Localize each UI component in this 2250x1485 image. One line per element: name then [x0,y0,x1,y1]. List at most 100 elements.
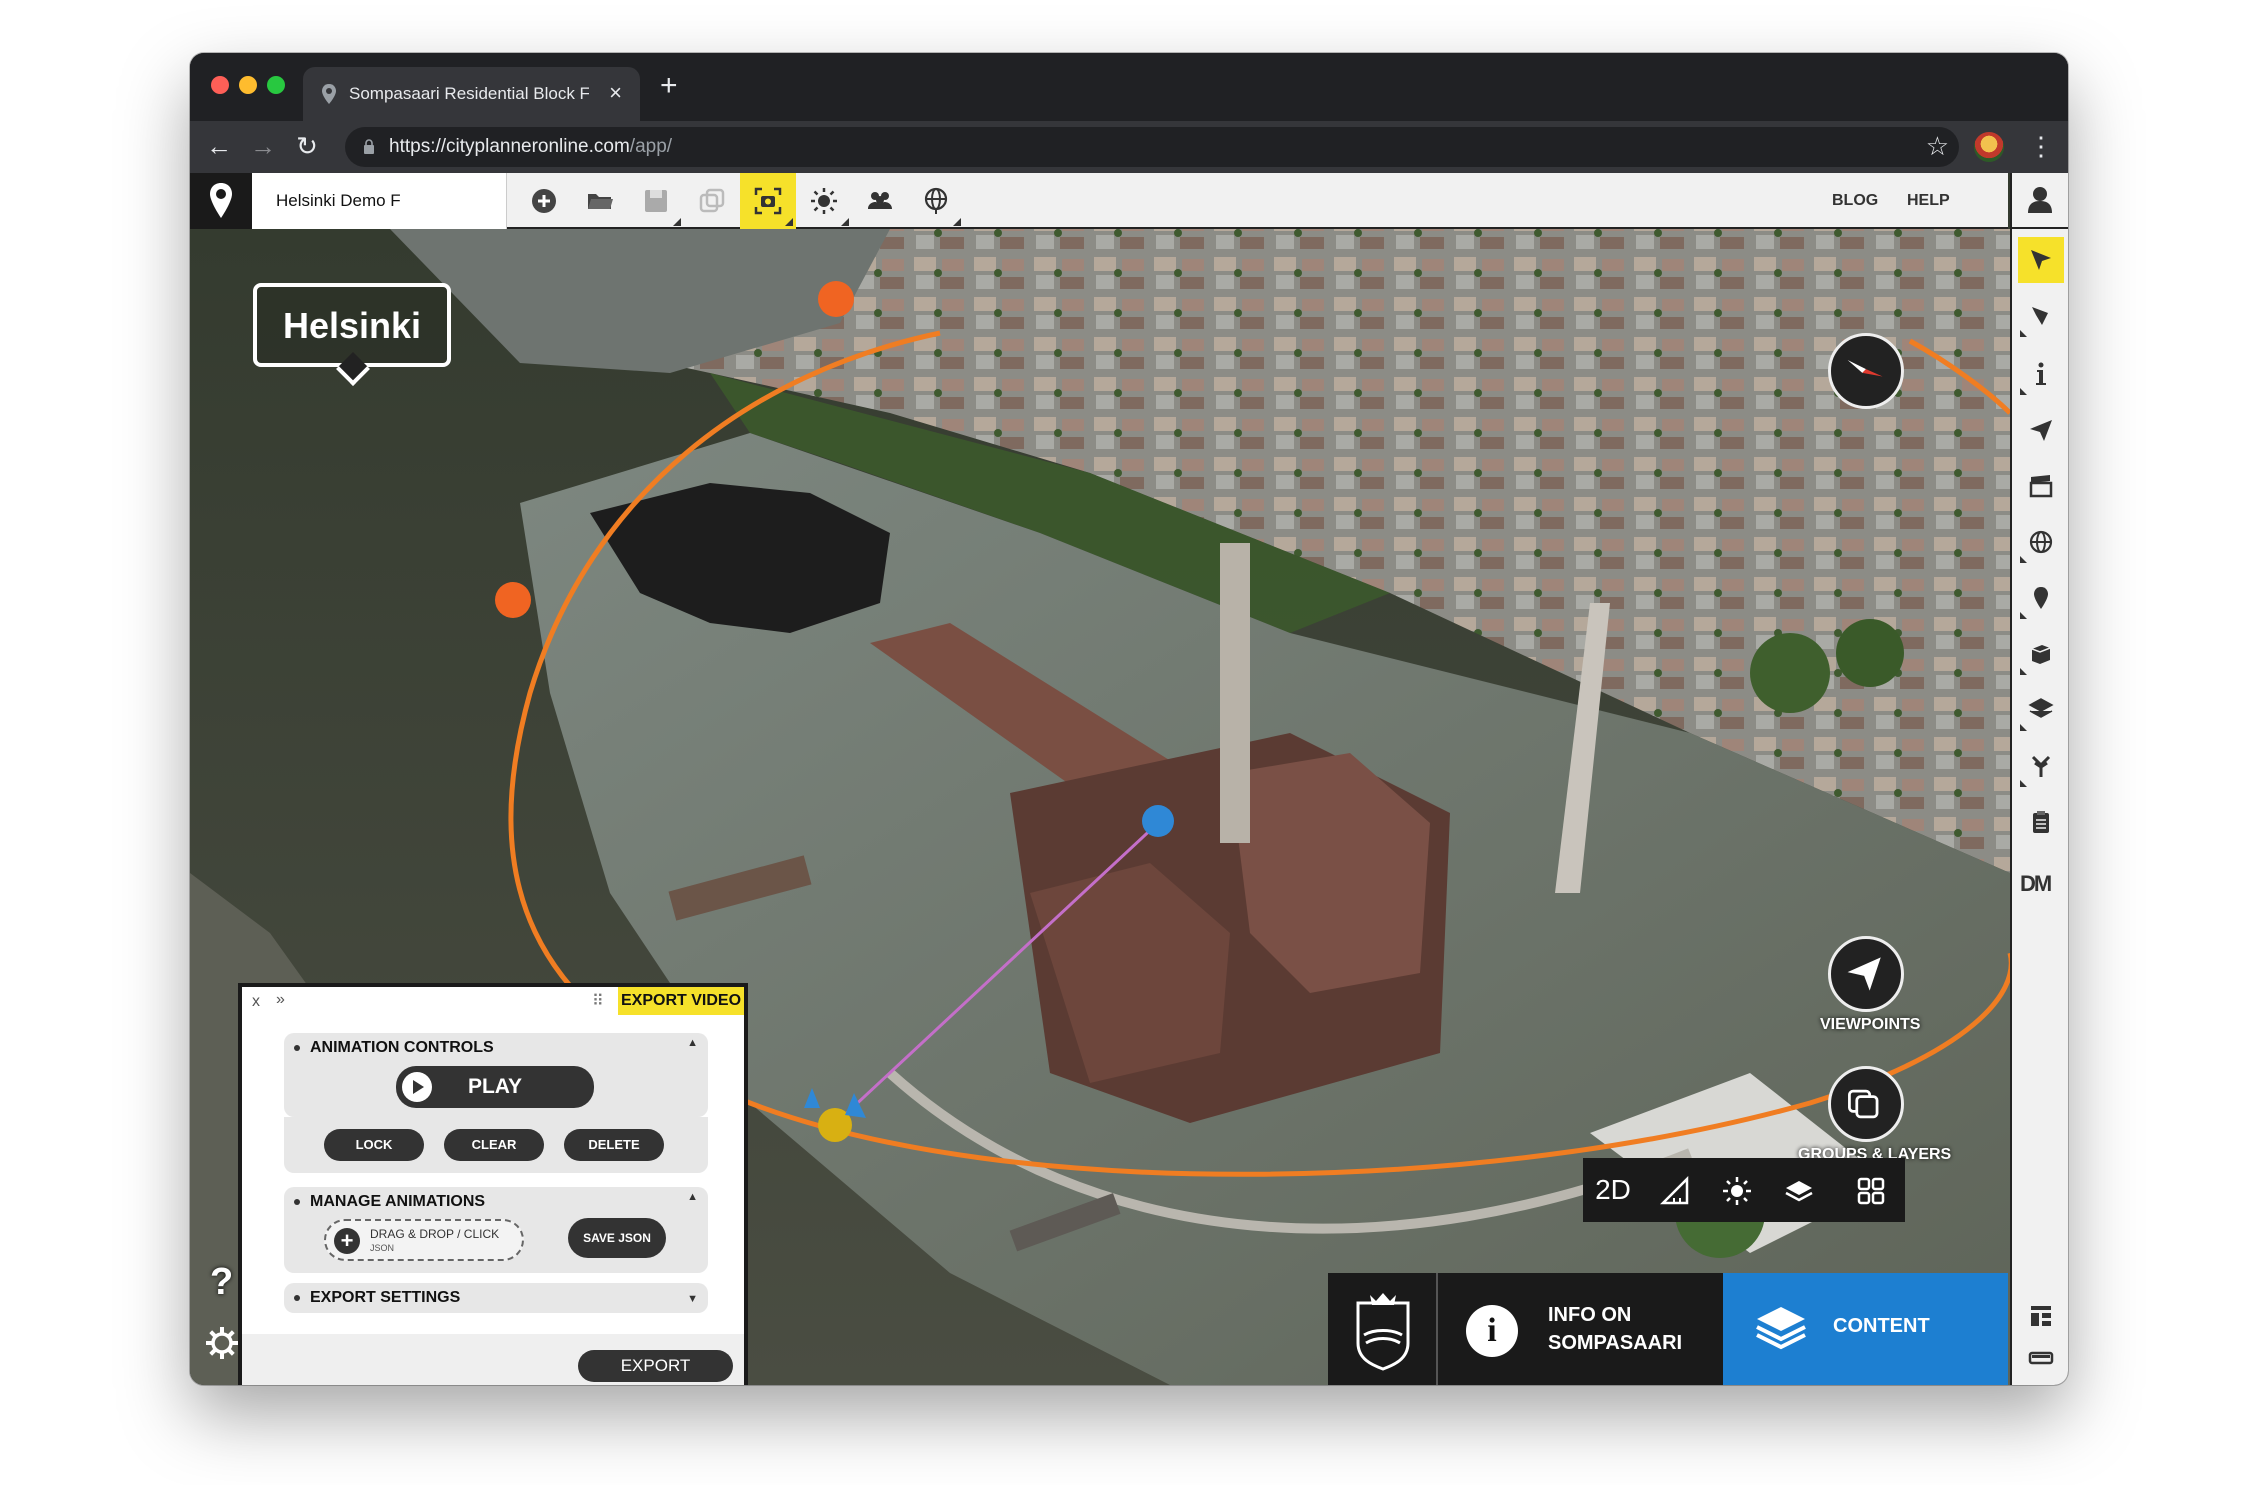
close-window-button[interactable] [211,76,229,94]
info-label-line1: INFO ON [1548,1304,1632,1326]
info-label: INFO ON SOMPASAARI [1548,1301,1708,1357]
expand-caret-icon[interactable]: ▼ [687,1293,698,1305]
tab-strip: Sompasaari Residential Block F × + [190,53,2068,121]
city-name: Helsinki [282,305,422,346]
camera-target-point[interactable] [1142,805,1174,837]
layers-copy-icon [1848,1089,1879,1119]
user-account-button[interactable] [2012,173,2068,229]
address-bar[interactable]: https://cityplanneronline.com/app/ ☆ [345,127,1959,167]
browser-menu-icon[interactable]: ⋮ [2028,131,2054,161]
tab-close-icon[interactable]: × [609,80,622,106]
layout-icon[interactable] [2018,1293,2064,1339]
viewpoints-label: VIEWPOINTS [1820,1016,1921,1033]
animation-controls-section: ANIMATION CONTROLS ▲ PLAY [284,1033,708,1117]
content-label: CONTENT [1833,1315,1930,1337]
dm-logo[interactable]: DM [2020,871,2052,897]
project-name: Helsinki Demo F [276,191,401,210]
measure-icon[interactable] [1645,1158,1705,1222]
panel-close-button[interactable]: x [252,993,260,1011]
json-drop-zone[interactable]: + DRAG & DROP / CLICK JSON [324,1219,524,1261]
info-label-line2: SOMPASAARI [1548,1332,1683,1354]
info-icon[interactable] [2018,351,2064,397]
minimize-window-button[interactable] [239,76,257,94]
app-toolbar: Helsinki Demo F BLOG HELP [190,173,2008,229]
help-link[interactable]: HELP [1907,192,1950,210]
add-icon[interactable] [516,173,572,229]
compass-icon [1847,359,1883,377]
send-icon[interactable] [2018,407,2064,453]
collapse-caret-icon[interactable]: ▲ [687,1037,698,1049]
layers-icon[interactable] [1769,1158,1829,1222]
clapper-icon[interactable] [2018,463,2064,509]
2d-toggle-button[interactable]: 2D [1583,1158,1643,1222]
play-button[interactable]: PLAY [396,1066,594,1108]
panel-title: EXPORT VIDEO [618,987,744,1015]
globe-icon[interactable] [2018,519,2064,565]
globe-icon[interactable] [908,173,964,229]
back-button[interactable]: ← [204,131,234,161]
select-arrow-icon[interactable] [2018,237,2064,283]
url-path: /app/ [629,136,673,157]
delete-button[interactable]: DELETE [564,1129,664,1161]
lock-button[interactable]: LOCK [324,1129,424,1161]
bullet [294,1295,300,1301]
save-icon[interactable] [628,173,684,229]
right-tool-rail: DM [2010,173,2068,1385]
grid-view-icon[interactable] [1841,1158,1901,1222]
export-settings-section[interactable]: EXPORT SETTINGS ▼ [284,1283,708,1313]
helsinki-crest-icon [1356,1293,1410,1371]
maximize-window-button[interactable] [267,76,285,94]
new-tab-button[interactable]: + [660,71,678,101]
cube-icon[interactable] [2018,631,2064,677]
forward-button[interactable]: → [248,131,278,161]
groups-layers-button[interactable] [1828,1066,1904,1142]
play-icon [402,1072,432,1102]
url-text: https://cityplanneronline.com/app/ [389,136,672,158]
keyframe-point[interactable] [495,582,531,618]
browser-tab[interactable]: Sompasaari Residential Block F × [303,67,640,121]
bookmark-star-icon[interactable]: ☆ [1926,131,1949,162]
user-icon [2028,187,2052,213]
sun-icon[interactable] [796,173,852,229]
panel-collapse-button[interactable]: » [276,991,285,1009]
tab-title: Sompasaari Residential Block F [349,84,589,103]
copy-icon[interactable] [684,173,740,229]
export-video-panel: x » ⠿ EXPORT VIDEO ANIMATION CONTROLS ▲ … [238,983,748,1385]
play-label: PLAY [467,1075,523,1098]
users-icon[interactable] [852,173,908,229]
section-title: ANIMATION CONTROLS [310,1039,494,1056]
drag-handle-icon[interactable]: ⠿ [592,991,604,1011]
panel-toggle-icon[interactable] [2018,1335,2064,1381]
reload-button[interactable]: ↻ [292,131,322,161]
collapse-caret-icon[interactable]: ▲ [687,1191,698,1203]
browser-toolbar: ← → ↻ https://cityplanneronline.com/app/… [190,121,2068,173]
export-button[interactable]: EXPORT [578,1350,733,1382]
tree-icon[interactable] [2018,743,2064,789]
content-button[interactable]: CONTENT [1723,1273,2008,1385]
pen-tool-icon[interactable] [2018,293,2064,339]
pin-icon[interactable] [2018,575,2064,621]
info-icon: i [1466,1305,1518,1357]
img-icon[interactable] [2018,687,2064,733]
bottom-bar: i INFO ON SOMPASAARI CONTENT [1328,1273,2008,1385]
blog-link[interactable]: BLOG [1832,192,1878,210]
app-logo[interactable] [190,173,252,229]
help-button[interactable]: ? [210,1261,233,1304]
manage-animations-section: MANAGE ANIMATIONS ▲ + DRAG & DROP / CLIC… [284,1187,708,1273]
gear-icon[interactable] [204,1325,240,1361]
camera-capture-icon[interactable] [740,173,796,229]
save-json-button[interactable]: SAVE JSON [568,1218,666,1258]
open-folder-icon[interactable] [572,173,628,229]
info-on-area-button[interactable]: i INFO ON SOMPASAARI [1438,1273,1723,1385]
city-crest-button[interactable] [1328,1273,1438,1385]
clipboard-icon[interactable] [2018,799,2064,845]
project-name-field[interactable]: Helsinki Demo F [252,173,507,229]
compass-button[interactable] [1828,333,1904,409]
send-icon [1847,957,1881,991]
bullet [294,1045,300,1051]
clear-button[interactable]: CLEAR [444,1129,544,1161]
profile-avatar[interactable] [1974,132,2004,162]
keyframe-point[interactable] [818,281,854,317]
sun-icon[interactable] [1707,1158,1767,1222]
viewpoints-button[interactable] [1828,936,1904,1012]
